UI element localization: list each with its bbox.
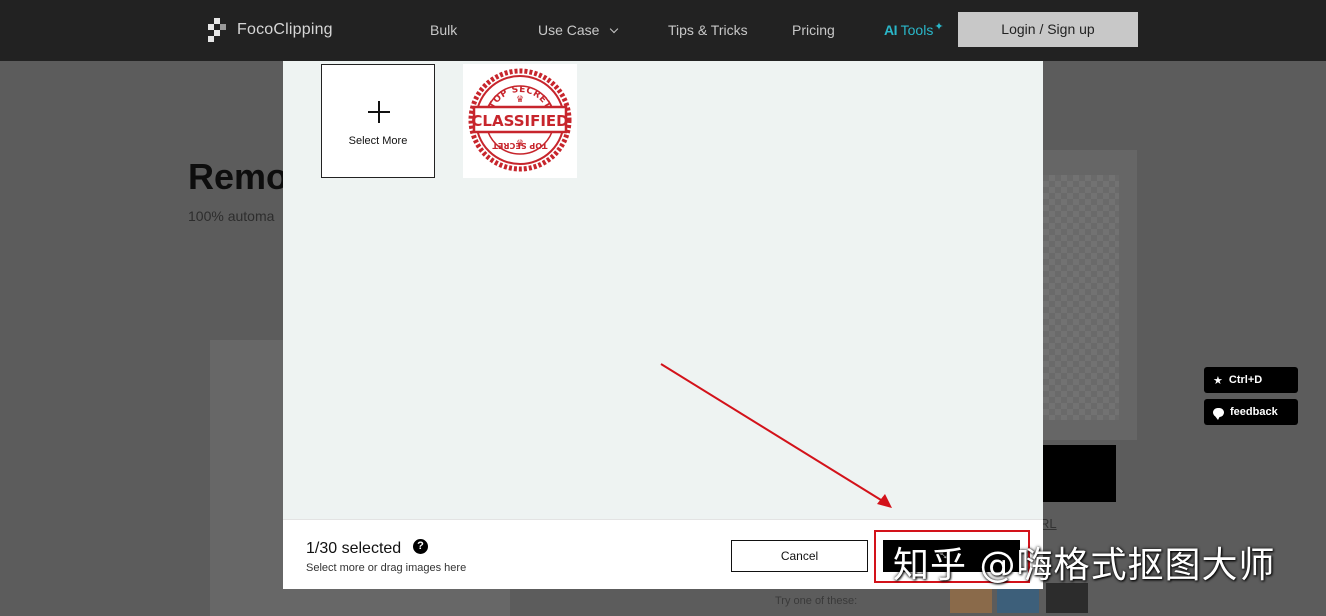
chevron-down-icon [610,24,619,34]
stamp-main-text: CLASSIFIED [471,112,568,130]
select-more-tile[interactable]: Select More [321,64,435,178]
hero-subtitle: 100% automa [188,208,275,224]
nav-bulk[interactable]: Bulk [430,21,457,39]
watermark-text: 知乎 @嗨格式抠图大师 [893,545,1276,586]
nav-ai-tools[interactable]: AI Tools✦ [884,21,944,41]
crown-icon: ♛ [516,94,524,104]
star-icon: ★ [1213,374,1223,387]
bookmark-label: Ctrl+D [1228,374,1263,386]
nav-tips-tricks[interactable]: Tips & Tricks [668,21,748,39]
drag-hint: Select more or drag images here [306,562,467,574]
nav-use-case[interactable]: Use Case [538,21,619,39]
logo-icon [208,18,226,42]
transparent-checker-preview [1043,175,1119,420]
cancel-button[interactable]: Cancel [731,540,868,572]
plus-icon [368,101,390,123]
login-signup-button[interactable]: Login / Sign up [958,12,1138,47]
crown-icon: ♛ [516,138,524,148]
logo-text: FocoClipping [237,21,333,38]
logo[interactable]: FocoClipping [208,18,333,42]
select-more-label: Select More [348,135,408,147]
ai-tools-label: Tools [900,22,934,38]
chat-bubble-icon [1213,407,1224,420]
bookmark-button[interactable]: ★ Ctrl+D [1204,367,1298,393]
nav-use-case-label: Use Case [538,22,600,38]
top-navbar: FocoClipping Bulk Use Case Tips & Tricks… [0,0,1326,61]
selected-count: 1/30 selected [306,540,402,557]
try-samples-label: Try one of these: [775,595,858,607]
background-upload-button [1040,445,1116,502]
sparkle-icon: ✦ [934,21,944,33]
image-select-modal: Select More TOP SECRET CLASSIFIED TOP SE… [283,61,1043,589]
selected-image-thumbnail[interactable]: TOP SECRET CLASSIFIED TOP SECRET ♛ ♛ [463,64,577,178]
feedback-label: feedback [1230,406,1278,418]
help-icon[interactable]: ? [413,539,428,554]
hero-title: Remo [188,156,289,197]
ai-label: AI [884,22,898,38]
nav-pricing[interactable]: Pricing [792,21,835,39]
classified-stamp-image: TOP SECRET CLASSIFIED TOP SECRET ♛ ♛ [468,68,572,172]
feedback-button[interactable]: feedback [1204,399,1298,425]
